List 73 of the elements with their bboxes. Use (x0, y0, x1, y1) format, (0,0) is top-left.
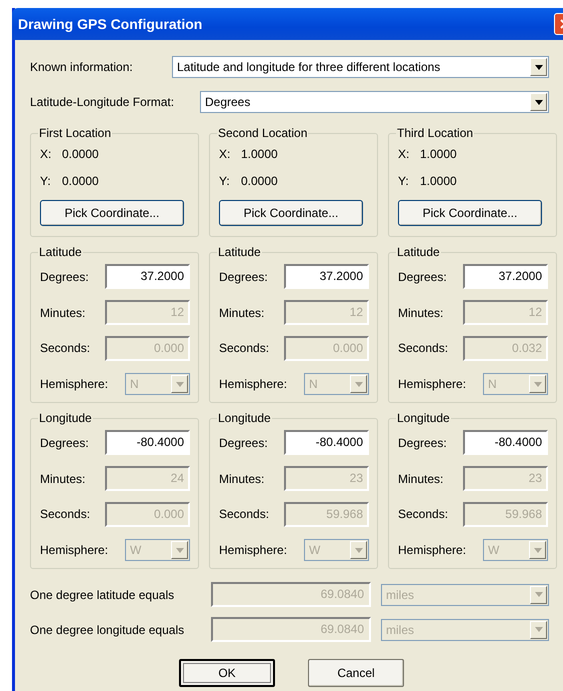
dropdown-arrow-icon (534, 548, 542, 553)
group-title: Longitude (396, 411, 451, 425)
input-field[interactable]: 37.2000 (105, 264, 190, 290)
field-label: Hemisphere: (219, 377, 288, 392)
dropdown[interactable]: Degrees (200, 91, 549, 113)
field-label: Seconds: (40, 341, 90, 356)
field-label: Minutes: (219, 306, 264, 320)
input-field[interactable]: 37.2000 (463, 264, 548, 290)
field-label: Degrees: (398, 270, 447, 284)
group-title: First Location (38, 126, 112, 140)
pick-coordinate-button[interactable]: Pick Coordinate... (398, 200, 542, 226)
dialog-button[interactable]: Cancel (308, 659, 404, 687)
field-label: Minutes: (398, 306, 444, 320)
dropdown-arrow-icon (534, 627, 542, 632)
field-label: Minutes: (40, 306, 86, 320)
field-label: Minutes: (398, 472, 444, 486)
coordinate-value: 0.0000 (62, 146, 99, 160)
dropdown-arrow-icon (534, 64, 542, 70)
field-label: Hemisphere: (398, 377, 466, 392)
window-title: Drawing GPS Configuration (18, 16, 202, 32)
dropdown-arrow-icon (176, 548, 184, 553)
field-label: Hemisphere: (40, 377, 108, 392)
group-title: Longitude (38, 411, 93, 425)
field-label: One degree longitude equals (30, 622, 184, 636)
group-title: Latitude (217, 245, 262, 259)
input-field[interactable]: -80.4000 (284, 430, 369, 456)
field-label: Degrees: (219, 436, 268, 450)
pick-coordinate-button[interactable]: Pick Coordinate... (40, 200, 184, 226)
field-label: Minutes: (219, 472, 264, 486)
field-label: Hemisphere: (398, 543, 466, 558)
field-label: Known information: (30, 60, 134, 74)
dropdown-arrow-icon (534, 592, 542, 597)
field-label: X: (219, 146, 232, 160)
field-label: Y: (219, 174, 231, 188)
group-title: Longitude (217, 411, 272, 425)
coordinate-value: 1.0000 (241, 146, 278, 160)
field-label: Seconds: (398, 341, 448, 356)
input-field[interactable]: -80.4000 (105, 430, 190, 456)
dropdown[interactable]: Latitude and longitude for three different locations (172, 56, 549, 78)
field-label: X: (40, 146, 52, 160)
field-label: Latitude-Longitude Format: (30, 95, 176, 109)
field-label: Seconds: (219, 341, 270, 356)
field-label: Degrees: (398, 436, 447, 450)
field-label: Degrees: (219, 270, 268, 284)
field-label: Y: (40, 174, 52, 188)
coordinate-value: 0.0000 (62, 174, 99, 188)
dropdown-arrow-icon (534, 100, 542, 104)
group-title: Latitude (396, 245, 441, 259)
coordinate-value: 0.0000 (241, 174, 278, 188)
field-label: Seconds: (219, 507, 270, 522)
coordinate-value: 1.0000 (420, 174, 457, 188)
dropdown-arrow-icon (176, 382, 184, 387)
input-field[interactable]: 37.2000 (284, 264, 369, 290)
dropdown-arrow-icon (354, 382, 362, 387)
group-title: Third Location (396, 126, 474, 140)
field-label: Hemisphere: (219, 543, 288, 558)
field-label: X: (398, 146, 410, 160)
field-label: Y: (398, 174, 410, 188)
dropdown-arrow-icon (354, 548, 362, 553)
group-title: Latitude (38, 245, 83, 259)
field-label: Minutes: (40, 472, 86, 486)
field-label: Degrees: (40, 436, 89, 450)
pick-coordinate-button[interactable]: Pick Coordinate... (219, 200, 363, 226)
field-label: Hemisphere: (40, 543, 108, 558)
field-label: Degrees: (40, 270, 89, 284)
group-title: Second Location (217, 126, 308, 140)
input-field[interactable]: -80.4000 (463, 430, 548, 456)
dropdown-arrow-icon (534, 382, 542, 387)
field-label: Seconds: (40, 507, 90, 522)
coordinate-value: 1.0000 (420, 146, 457, 160)
dialog-button[interactable]: OK (179, 659, 275, 687)
field-label: One degree latitude equals (30, 588, 174, 602)
field-label: Seconds: (398, 507, 448, 522)
